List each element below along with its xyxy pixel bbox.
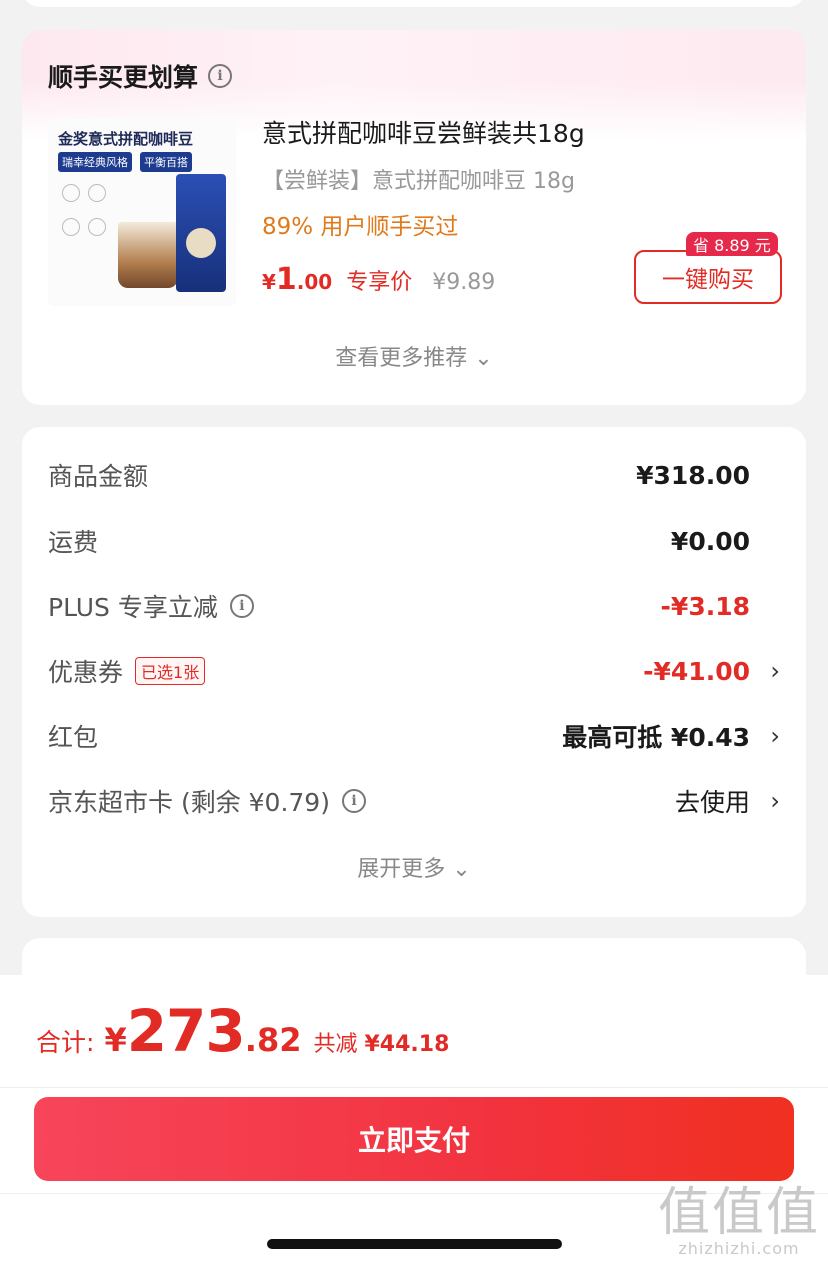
total-reduction: 共减 ¥44.18 [313,1032,450,1057]
row-label: 运费 [48,528,99,557]
row-label: 商品金额 [48,462,149,491]
save-badge: 省 8.89 元 [686,232,778,256]
row-label: 优惠券 [48,658,124,687]
coupon-selected-tag: 已选1张 [135,657,206,685]
image-tag: 瑞幸经典风格 [58,152,132,172]
row-value: -¥41.00 [643,656,750,686]
product-image[interactable]: 金奖意式拼配咖啡豆 瑞幸经典风格 平衡百搭 [48,118,236,306]
expand-more-link[interactable]: 展开更多 ⌄ [22,851,806,883]
row-label: 红包 [48,723,99,752]
recommend-header: 顺手买更划算 i [48,58,233,94]
chevron-right-icon: › [770,657,780,685]
shipping-row: 运费 ¥0.00 [48,521,780,561]
original-price: ¥9.89 [432,270,496,295]
total-label: 合计: [36,1028,95,1057]
checkout-page: 顺手买更划算 i 金奖意式拼配咖啡豆 瑞幸经典风格 平衡百搭 意式拼配咖啡豆尝鲜… [0,0,828,1267]
info-icon[interactable]: i [229,594,254,618]
more-recommend-link[interactable]: 查看更多推荐 ⌄ [22,340,806,372]
price-detail-card: 商品金额 ¥318.00 运费 ¥0.00 PLUS 专享立减 i -¥3.18 [22,427,806,917]
checkout-bar: 合计: ¥ 273 .82 共减 ¥44.18 立即支付 值值值 zhizhiz… [0,975,828,1267]
coffee-cup-illustration [118,222,178,288]
row-value: ¥318.00 [636,460,750,490]
row-label: 京东超市卡 (剩余 ¥0.79) [48,788,330,817]
flavor-icon [88,218,106,236]
red-packet-row[interactable]: 红包 最高可抵 ¥0.43 › [48,716,780,756]
image-title: 金奖意式拼配咖啡豆 [58,130,194,148]
row-label: PLUS 专享立减 [48,593,218,622]
coupon-row[interactable]: 优惠券 已选1张 -¥41.00 › [48,651,780,691]
product-price: ¥ 1 .00 专享价 ¥9.89 [262,262,496,297]
flavor-icon [62,184,80,202]
chevron-right-icon: › [770,722,780,750]
recommend-card: 顺手买更划算 i 金奖意式拼配咖啡豆 瑞幸经典风格 平衡百搭 意式拼配咖啡豆尝鲜… [22,30,806,405]
row-value: 最高可抵 ¥0.43 [562,723,750,752]
row-value: ¥0.00 [670,526,750,556]
product-subtitle: 【尝鲜装】意式拼配咖啡豆 18g [262,169,575,194]
one-click-buy-button[interactable]: 一键购买 [634,250,782,304]
bought-rate: 89% 用户顺手买过 [262,214,459,240]
pay-now-button[interactable]: 立即支付 [34,1097,794,1181]
flavor-icon [62,218,80,236]
coffee-bag-illustration [176,174,226,292]
total-amount: 合计: ¥ 273 .82 共减 ¥44.18 [36,997,450,1065]
chevron-right-icon: › [770,787,780,815]
goods-amount-row: 商品金额 ¥318.00 [48,455,780,495]
flavor-icon [88,184,106,202]
previous-card-bottom [22,0,806,7]
plus-discount-row: PLUS 专享立减 i -¥3.18 [48,586,780,626]
product-name[interactable]: 意式拼配咖啡豆尝鲜装共18g [262,114,585,150]
info-icon[interactable]: i [208,64,233,88]
image-tag: 平衡百搭 [140,152,192,172]
watermark: 值值值 zhizhizhi.com [657,1183,820,1258]
row-value: -¥3.18 [660,591,750,621]
market-card-row[interactable]: 京东超市卡 (剩余 ¥0.79) i 去使用 › [48,781,780,821]
row-value: 去使用 [674,788,750,817]
exclusive-price-label: 专享价 [346,270,413,295]
recommend-title: 顺手买更划算 [48,63,199,92]
info-icon[interactable]: i [341,789,366,813]
home-indicator[interactable] [267,1239,562,1249]
